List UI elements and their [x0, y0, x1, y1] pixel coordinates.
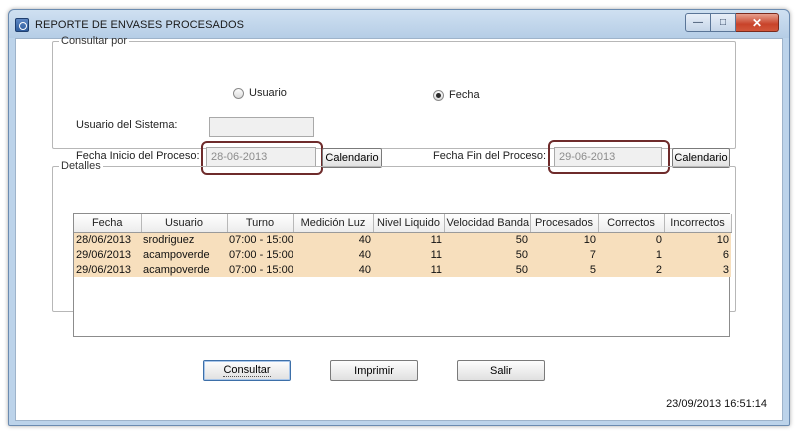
cell-medicion-luz: 40: [293, 232, 373, 247]
cell-medicion-luz: 40: [293, 262, 373, 277]
cell-correctos: 2: [598, 262, 664, 277]
cell-velocidad-banda: 50: [444, 232, 530, 247]
column-header-medicion-luz[interactable]: Medición Luz: [293, 214, 374, 233]
table-header: Fecha Usuario Turno Medición Luz Nivel L…: [74, 214, 732, 233]
cell-fecha: 29/06/2013: [74, 247, 141, 262]
cell-usuario: acampoverde: [141, 262, 227, 277]
cell-nivel-liquido: 11: [373, 232, 444, 247]
cell-fecha: 29/06/2013: [74, 262, 141, 277]
maximize-icon: □: [719, 17, 727, 28]
cell-usuario: srodriguez: [141, 232, 227, 247]
title-bar[interactable]: REPORTE DE ENVASES PROCESADOS — □ ✕: [9, 10, 789, 38]
table-row[interactable]: 29/06/2013 acampoverde 07:00 - 15:00 40 …: [74, 262, 731, 277]
window-title: REPORTE DE ENVASES PROCESADOS: [35, 19, 245, 31]
cell-procesados: 7: [530, 247, 598, 262]
cell-procesados: 5: [530, 262, 598, 277]
cell-turno: 07:00 - 15:00: [227, 262, 293, 277]
table-row[interactable]: 28/06/2013 srodriguez 07:00 - 15:00 40 1…: [74, 232, 731, 247]
cell-correctos: 1: [598, 247, 664, 262]
app-icon: [15, 18, 29, 32]
cell-nivel-liquido: 11: [373, 247, 444, 262]
detalles-table[interactable]: Fecha Usuario Turno Medición Luz Nivel L…: [73, 213, 732, 337]
close-button[interactable]: ✕: [736, 13, 779, 32]
cell-procesados: 10: [530, 232, 598, 247]
cell-correctos: 0: [598, 232, 664, 247]
column-header-fecha[interactable]: Fecha: [74, 214, 142, 233]
maximize-button[interactable]: □: [711, 13, 736, 32]
cell-velocidad-banda: 50: [444, 262, 530, 277]
radio-usuario-circle[interactable]: [233, 87, 244, 99]
column-header-usuario[interactable]: Usuario: [141, 214, 228, 233]
consultar-button-label: Consultar: [223, 364, 271, 377]
radio-fecha-circle[interactable]: [433, 89, 444, 101]
cell-medicion-luz: 40: [293, 247, 373, 262]
minimize-icon: —: [693, 17, 703, 28]
radio-usuario[interactable]: Usuario: [233, 87, 287, 99]
cell-nivel-liquido: 11: [373, 262, 444, 277]
cell-fecha: 28/06/2013: [74, 232, 141, 247]
imprimir-button[interactable]: Imprimir: [330, 360, 418, 381]
imprimir-button-label: Imprimir: [354, 364, 394, 377]
detalles-legend: Detalles: [61, 160, 101, 172]
status-timestamp: 23/09/2013 16:51:14: [666, 398, 767, 410]
cell-turno: 07:00 - 15:00: [227, 247, 293, 262]
cell-velocidad-banda: 50: [444, 247, 530, 262]
usuario-sistema-input[interactable]: [209, 117, 314, 137]
consultar-group: Consultar por: [52, 35, 736, 149]
cell-usuario: acampoverde: [141, 247, 227, 262]
table-row[interactable]: 29/06/2013 acampoverde 07:00 - 15:00 40 …: [74, 247, 731, 262]
consultar-legend: Consultar por: [61, 35, 128, 47]
window-controls: — □ ✕: [685, 13, 779, 32]
close-icon: ✕: [751, 15, 763, 30]
cell-incorrectos: 6: [664, 247, 731, 262]
column-header-correctos[interactable]: Correctos: [598, 214, 665, 233]
radio-fecha-label: Fecha: [449, 89, 480, 101]
radio-fecha[interactable]: Fecha: [433, 89, 480, 101]
column-header-turno[interactable]: Turno: [227, 214, 294, 233]
salir-button-label: Salir: [489, 364, 512, 377]
column-header-velocidad-banda[interactable]: Velocidad Banda: [444, 214, 531, 233]
radio-usuario-label: Usuario: [249, 87, 287, 99]
column-header-incorrectos[interactable]: Incorrectos: [664, 214, 732, 233]
cell-incorrectos: 10: [664, 232, 731, 247]
minimize-button[interactable]: —: [685, 13, 711, 32]
cell-incorrectos: 3: [664, 262, 731, 277]
salir-button[interactable]: Salir: [457, 360, 545, 381]
usuario-sistema-label: Usuario del Sistema:: [76, 119, 178, 131]
column-header-procesados[interactable]: Procesados: [530, 214, 599, 233]
consultar-button[interactable]: Consultar: [203, 360, 291, 381]
column-header-nivel-liquido[interactable]: Nivel Liquido: [373, 214, 445, 233]
cell-turno: 07:00 - 15:00: [227, 232, 293, 247]
